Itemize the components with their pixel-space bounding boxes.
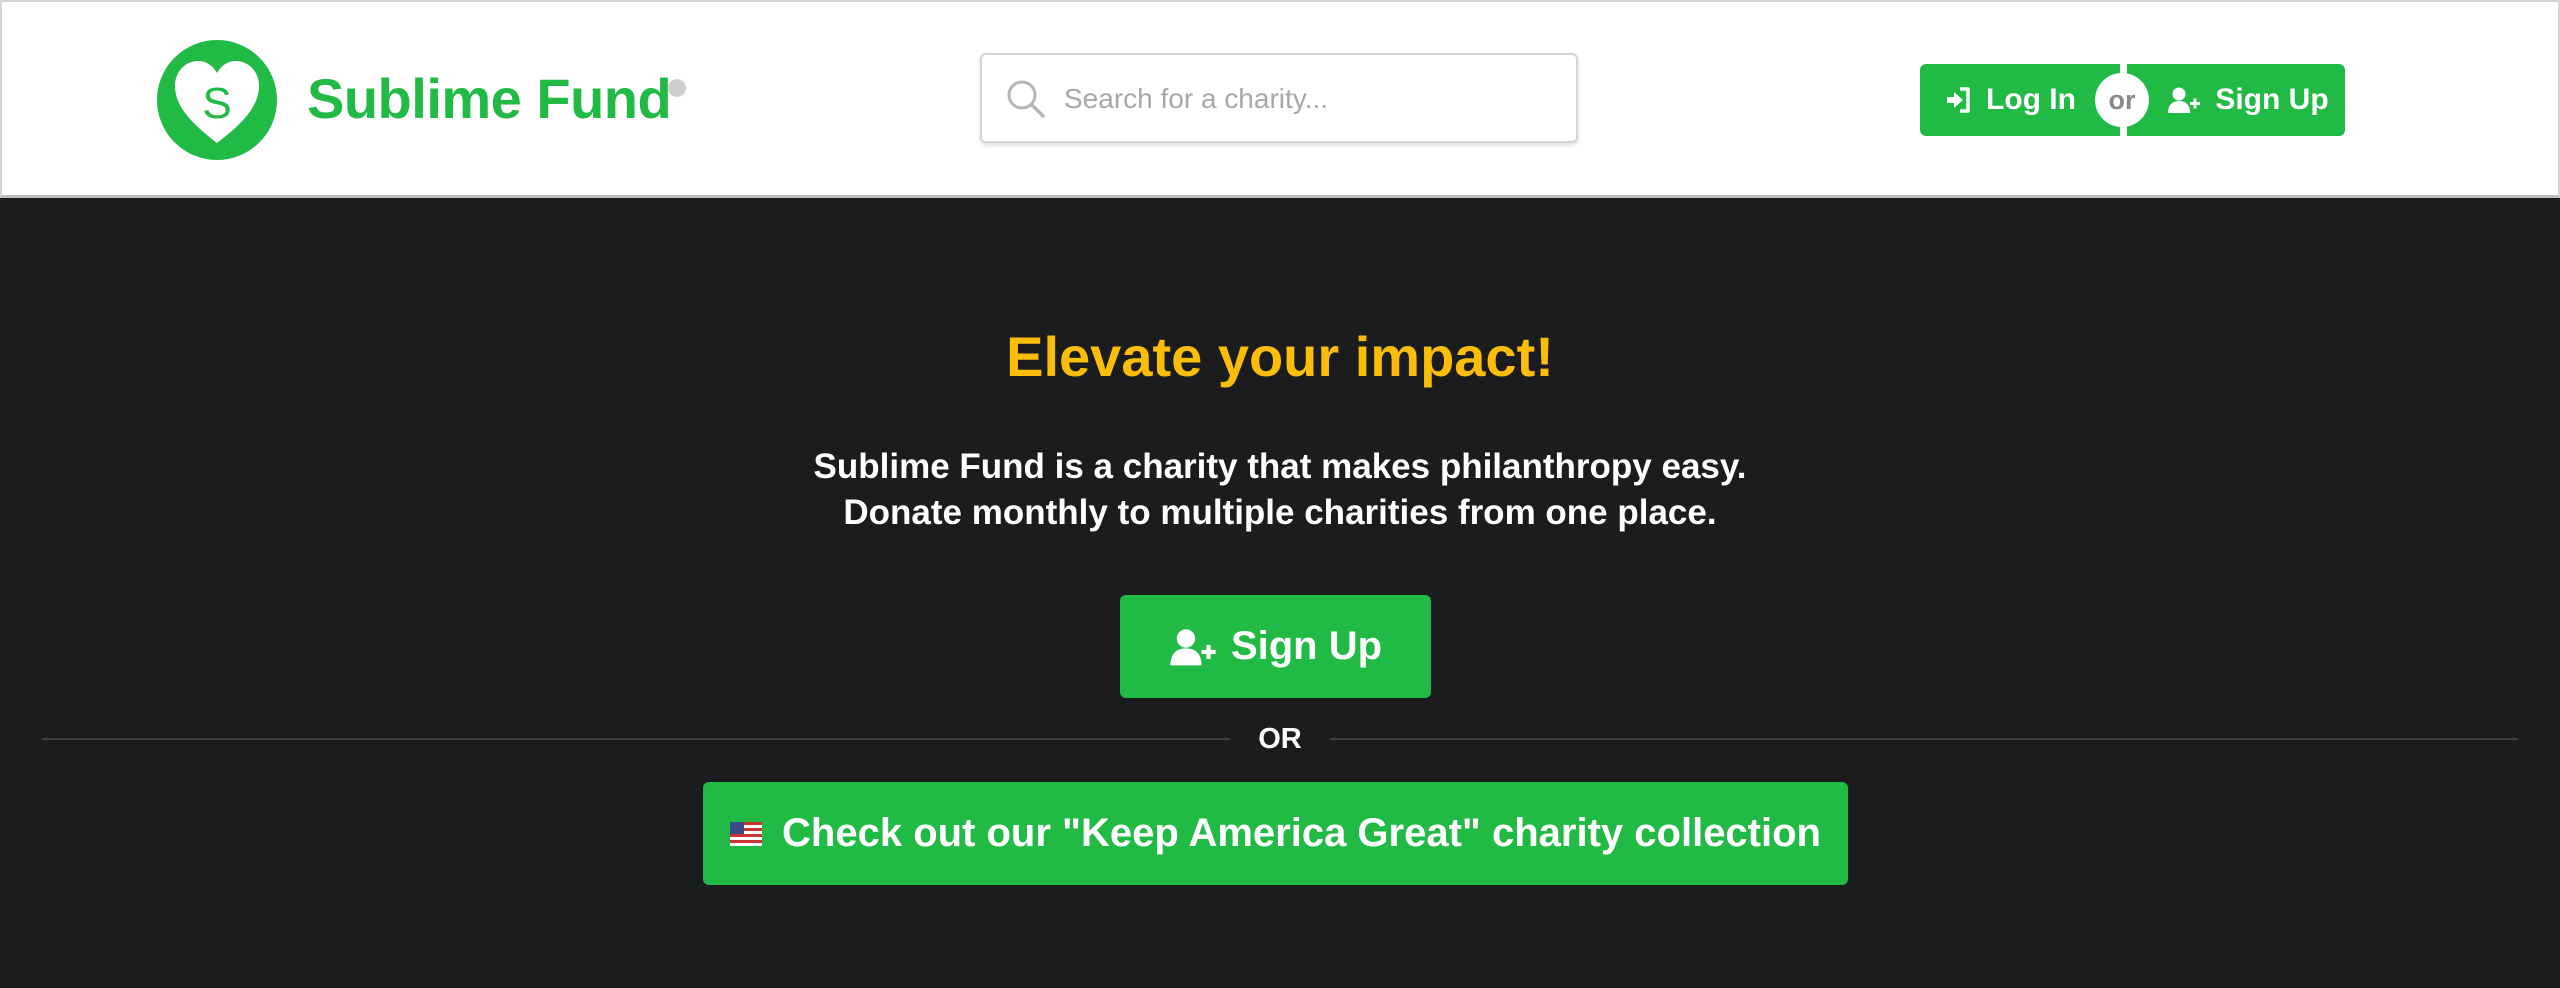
logo[interactable]: S (157, 40, 277, 160)
search-icon (1007, 80, 1045, 118)
header-sign-up-button[interactable]: Sign Up (2127, 64, 2345, 136)
heart-icon: S (175, 61, 259, 143)
hero-description-line-1: Sublime Fund is a charity that makes phi… (813, 447, 1747, 486)
divider-line-left (42, 738, 1230, 740)
hero-description: Sublime Fund is a charity that makes phi… (0, 444, 2560, 536)
log-in-label: Log In (1986, 83, 2076, 116)
or-separator: or (2095, 73, 2149, 127)
brand-name[interactable]: Sublime Fund (307, 64, 672, 134)
divider-line-right (1330, 738, 2518, 740)
charity-collection-label: Check out our "Keep America Great" chari… (782, 811, 1821, 855)
hero-sign-up-button[interactable]: Sign Up (1120, 595, 1431, 698)
sign-in-icon (1947, 87, 1970, 113)
hero-title: Elevate your impact! (1006, 325, 1554, 388)
top-navigation-bar: S Sublime Fund Log In Sign Up or (0, 0, 2560, 198)
status-dot (668, 79, 686, 97)
sign-up-label: Sign Up (2215, 83, 2329, 116)
add-user-icon (2168, 87, 2201, 113)
divider-or-label: OR (1258, 723, 1302, 755)
log-in-button[interactable]: Log In (1920, 64, 2120, 136)
charity-collection-button[interactable]: Check out our "Keep America Great" chari… (703, 782, 1848, 885)
us-flag-icon (730, 821, 763, 846)
add-user-icon (1170, 628, 1216, 665)
search-box[interactable] (980, 53, 1578, 143)
hero-sign-up-label: Sign Up (1230, 624, 1383, 668)
logo-letter: S (202, 79, 231, 128)
hero-description-line-2: Donate monthly to multiple charities fro… (843, 493, 1717, 532)
search-input[interactable] (1062, 65, 1556, 133)
